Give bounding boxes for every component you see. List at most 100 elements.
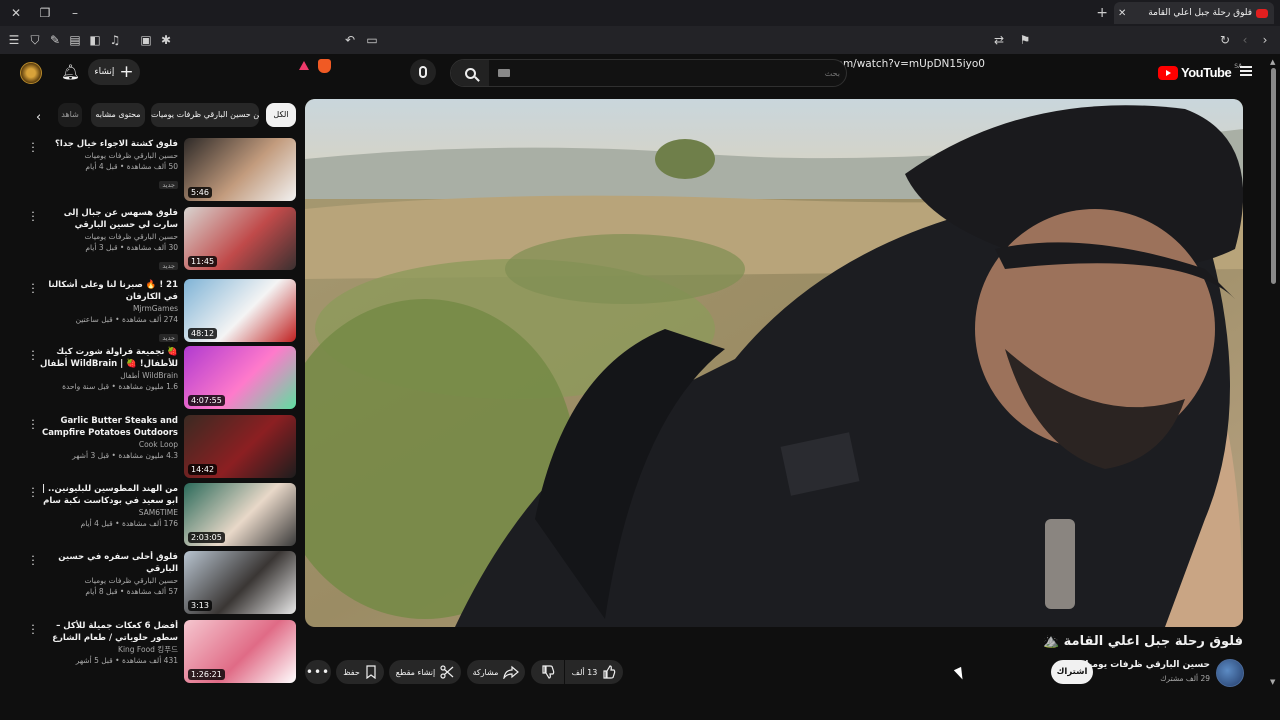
youtube-header: 🔔︎ + إنشاء YouTube SA [0,54,1280,92]
page-scrollbar[interactable] [1271,68,1276,284]
youtube-logo[interactable]: YouTube SA [1158,63,1242,80]
recommendation-channel[interactable]: حسين البارقي ظرفات يوميات [36,150,178,161]
video-thumbnail[interactable]: 1:26:21 [184,620,296,683]
search-button[interactable] [451,60,489,86]
recommendation-channel[interactable]: حسين البارقي ظرفات يوميات [36,575,178,586]
new-badge: جديد [159,334,178,342]
chip-related[interactable]: محتوى مشابه [91,103,145,127]
recommendation-channel[interactable]: King Food 킹푸드 [36,644,178,655]
back-icon[interactable]: ‹ [1237,32,1253,48]
recommendation-stats: 30 ألف مشاهدة • قبل 3 أيام [85,243,178,252]
recommendation-item[interactable]: 14:42 Garlic Butter Steaks and Campfire P… [20,415,296,481]
new-tab-icon[interactable]: + [1096,6,1108,20]
more-vert-icon[interactable]: · · · [28,551,38,570]
new-badge: جديد [159,262,178,270]
more-vert-icon[interactable]: · · · [28,620,38,639]
recommendation-item[interactable]: 1:26:21 أفضل 6 كعكات جميلة للأكل – سطور ح… [20,620,296,686]
youtube-favicon-icon [1256,8,1268,18]
extensions-icon[interactable]: ✱ [158,32,174,48]
close-tab-icon[interactable]: ✕ [1118,8,1126,19]
recommendation-title[interactable]: 21 ! 🔥 صبرنا لنا وعلى أشكالنا في الكارفا… [36,279,178,303]
more-vert-icon[interactable]: · · · [28,207,38,226]
dislike-button[interactable] [531,660,564,684]
translate-icon[interactable]: ↶ [342,32,358,48]
video-thumbnail[interactable]: 14:42 [184,415,296,478]
video-duration: 14:42 [188,464,218,475]
more-actions-button[interactable]: ••• [305,660,331,684]
guide-menu-icon[interactable] [1240,66,1252,76]
search-input[interactable] [495,64,840,82]
video-thumbnail[interactable]: 5:46 [184,138,296,201]
more-horizontal-icon: ••• [305,665,331,679]
microphone-icon [419,66,427,78]
chip-from-channel[interactable]: من حسين البارقي ظرفات يوميات [151,103,259,127]
reload-icon[interactable]: ↻ [1217,32,1233,48]
video-frame [305,99,1243,627]
chip-watched[interactable]: شاهد [58,103,82,127]
recommendation-title[interactable]: فلوق أحلى سفره في حسين البارقي [36,551,178,575]
recommendation-channel[interactable]: حسين البارقي ظرفات يوميات [36,231,178,242]
recommendation-title[interactable]: 🍓 تجميعة فراولة شورت كيك للأطفال! 🍓 | Wi… [36,346,178,370]
music-icon[interactable]: ♫ [107,32,123,48]
close-window-icon[interactable]: ✕ [8,5,24,21]
youtube-play-icon [1158,65,1178,80]
more-vert-icon[interactable]: · · · [28,279,38,298]
video-player[interactable] [305,99,1243,627]
clip-button[interactable]: إنشاء مقطع [389,660,461,684]
recommendation-item[interactable]: 2:03:05 من الهند المطوسين للبليونين.. | ا… [20,483,296,549]
recommendation-channel[interactable]: SAM6TIME [36,507,178,518]
chip-all[interactable]: الكل [266,103,296,127]
browser-tab[interactable]: فلوق رحلة جبل اعلي القامة ✕ [1114,2,1274,24]
plus-icon: + [119,61,134,82]
create-button[interactable]: + إنشاء [88,59,140,85]
recommendation-title[interactable]: فلوق هسهس عن جبال إلى سارت لي حسين البار… [36,207,178,231]
video-thumbnail[interactable]: 2:03:05 [184,483,296,546]
subscribe-button[interactable]: اشتراك [1051,660,1093,684]
recommendation-channel[interactable]: Cook Loop [36,439,178,450]
save-button[interactable]: حفظ [336,660,384,684]
video-thumbnail[interactable]: 4:07:55 [184,346,296,409]
recommendation-item[interactable]: 48:12 21 ! 🔥 صبرنا لنا وعلى أشكالنا في ال… [20,279,296,345]
recommendation-title[interactable]: من الهند المطوسين للبليونين.. | ابو سعيد… [36,483,178,507]
video-thumbnail[interactable]: 48:12 [184,279,296,342]
minimize-window-icon[interactable]: – [67,5,83,21]
video-thumbnail[interactable]: 3:13 [184,551,296,614]
account-avatar[interactable] [20,62,42,84]
recommendation-title[interactable]: Garlic Butter Steaks and Campfire Potato… [36,415,178,439]
forward-icon[interactable]: › [1257,32,1273,48]
more-vert-icon[interactable]: · · · [28,138,38,157]
notifications-bell-icon[interactable]: 🔔︎ [61,63,80,81]
voice-search-button[interactable] [410,59,436,85]
more-vert-icon[interactable]: · · · [28,483,38,502]
screenshot-icon[interactable]: ▭ [364,32,380,48]
recommendation-title[interactable]: أفضل 6 كعكات جميلة للأكل – سطور حلوياتي … [36,620,178,644]
video-thumbnail[interactable]: 11:45 [184,207,296,270]
share-button[interactable]: مشاركة [467,660,525,684]
recommendation-meta: فلوق أحلى سفره في حسين البارقي حسين البار… [36,551,178,597]
menu-icon[interactable]: ☰ [6,32,22,48]
more-vert-icon[interactable]: · · · [28,346,38,365]
recommendation-item[interactable]: 3:13 فلوق أحلى سفره في حسين البارقي حسين ا… [20,551,296,617]
shield-icon[interactable]: ⛉ [27,32,43,48]
media-icon[interactable]: ▣ [138,32,154,48]
restore-window-icon[interactable]: ❐ [37,5,53,21]
recommendation-channel[interactable]: WildBrain أطفال [36,370,178,381]
site-settings-icon[interactable]: ⇄ [991,32,1007,48]
recommendation-item[interactable]: 4:07:55 🍓 تجميعة فراولة شورت كيك للأطفال!… [20,346,296,412]
reader-icon[interactable]: ▤ [67,32,83,48]
more-vert-icon[interactable]: · · · [28,415,38,434]
sidebar-icon[interactable]: ◧ [87,32,103,48]
recommendation-item[interactable]: 11:45 فلوق هسهس عن جبال إلى سارت لي حسين … [20,207,296,273]
recommendation-stats: 1.6 مليون مشاهدة • قبل سنة واحدة [62,382,178,391]
bookmark-icon[interactable]: ⚑ [1017,32,1033,48]
recommendation-item[interactable]: 5:46 فلوق كشتة الاجواء خيال جدا؟ حسين البا… [20,138,296,204]
brush-icon[interactable]: ✎ [47,32,63,48]
recommendation-title[interactable]: فلوق كشتة الاجواء خيال جدا؟ [36,138,178,150]
scroll-down-arrow-icon[interactable]: ▼ [1270,678,1275,686]
like-button[interactable]: 13 ألف [565,660,623,684]
recommendation-stats: 57 ألف مشاهدة • قبل 8 أيام [85,587,178,596]
recommendation-channel[interactable]: MjrmGames [36,303,178,314]
channel-avatar[interactable] [1216,659,1244,687]
scroll-up-arrow-icon[interactable]: ▲ [1270,58,1275,66]
share-label: مشاركة [472,667,499,677]
